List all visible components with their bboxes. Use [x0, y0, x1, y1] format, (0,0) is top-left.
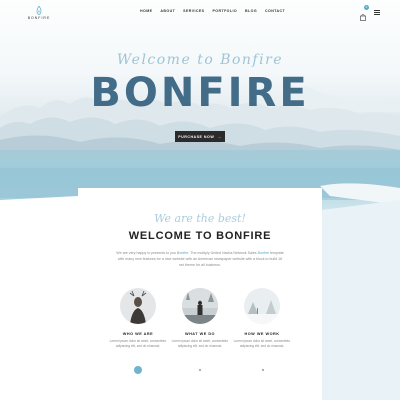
carousel-dot-active[interactable]: [134, 366, 142, 374]
intro-title: WELCOME TO BONFIRE: [128, 230, 272, 242]
feature-how-we-work: HOW WE WORK Lorem ipsum dolor sit amet, …: [232, 288, 292, 349]
flame-icon: [36, 6, 42, 15]
menu-item-blog[interactable]: BLOG: [245, 9, 257, 13]
feature-title: WHAT WE DO: [184, 332, 216, 336]
menu-item-portfolio[interactable]: PORTFOLIO: [212, 9, 237, 13]
shopping-bag-icon: [360, 14, 366, 21]
carousel-dot[interactable]: [199, 369, 201, 371]
intro-paragraph: We are very happy to presents to you Bon…: [116, 250, 284, 268]
feature-who-we-are: WHO WE ARE Lorem ipsum dolor sit amet, c…: [108, 288, 168, 349]
feature-text: Lorem ipsum dolor sit amet, consectetur …: [233, 339, 291, 348]
intro-script-title: We are the best!: [154, 212, 246, 225]
deer-portrait-image: [120, 288, 156, 324]
person-in-fog-image: [182, 288, 218, 324]
hero-title: BONFIRE: [90, 70, 310, 116]
top-navigation: BONFIRE HOME ABOUT SERVICES PORTFOLIO BL…: [0, 0, 400, 22]
cart-button[interactable]: 0: [360, 5, 369, 26]
carousel-dot[interactable]: [262, 369, 264, 371]
cart-count-badge: 0: [364, 5, 369, 10]
snowy-tree-image: [244, 288, 280, 324]
bonfire-link[interactable]: Bonfire: [177, 251, 188, 255]
menu-item-services[interactable]: SERVICES: [183, 9, 204, 13]
feature-text: Lorem ipsum dolor sit amet, consectetur …: [171, 339, 229, 348]
purchase-button-label: PURCHASE NOW: [178, 134, 215, 139]
intro-card: We are the best! WELCOME TO BONFIRE We a…: [78, 188, 322, 400]
feature-what-we-do: WHAT WE DO Lorem ipsum dolor sit amet, c…: [170, 288, 230, 349]
hero-script-title: Welcome to Bonfire: [116, 52, 284, 68]
bonfire-link[interactable]: Bonfire: [258, 251, 269, 255]
intro-text-part: . The multiply United Nacha Network Sale…: [188, 251, 258, 255]
brand-name: BONFIRE: [27, 16, 51, 20]
main-menu: HOME ABOUT SERVICES PORTFOLIO BLOG CONTA…: [140, 9, 285, 13]
feature-text: Lorem ipsum dolor sit amet, consectetur …: [109, 339, 167, 348]
brand-logo[interactable]: BONFIRE: [24, 6, 54, 20]
menu-item-contact[interactable]: CONTACT: [265, 9, 285, 13]
intro-text-part: We are very happy to presents to you: [116, 251, 177, 255]
menu-item-about[interactable]: ABOUT: [160, 9, 175, 13]
feature-title: WHO WE ARE: [122, 332, 154, 336]
menu-item-home[interactable]: HOME: [140, 9, 152, 13]
hamburger-icon[interactable]: [374, 10, 380, 16]
purchase-now-button[interactable]: PURCHASE NOW →: [175, 131, 225, 142]
feature-title: HOW WE WORK: [244, 332, 280, 336]
arrow-right-icon: →: [217, 134, 222, 139]
